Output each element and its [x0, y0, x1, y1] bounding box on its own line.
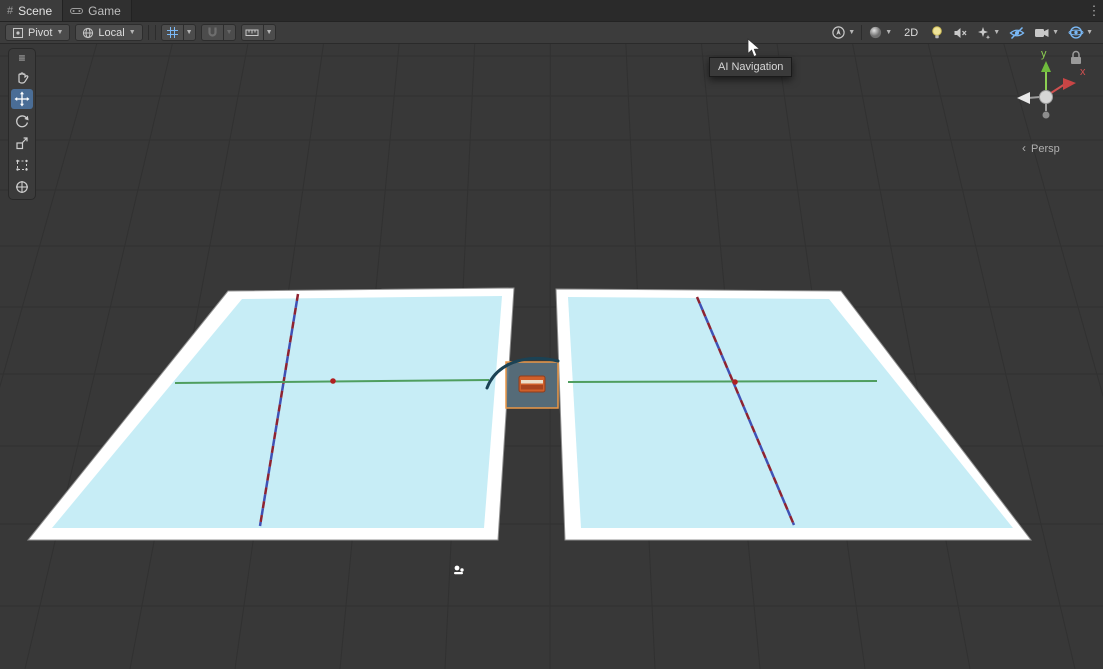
scene-visibility-toggle[interactable] [1006, 24, 1028, 42]
rotate-icon [14, 113, 30, 129]
chevron-down-icon: ▼ [993, 29, 1000, 36]
globe-icon [82, 27, 94, 39]
x-axis-label: x [1080, 66, 1086, 78]
bed-icon [519, 376, 545, 392]
ruler-icon [245, 26, 259, 39]
effects-star-icon [977, 26, 991, 40]
transform-icon [14, 179, 30, 195]
orientation-dropdown[interactable]: Local ▼ [75, 24, 142, 41]
rect-icon [14, 157, 30, 173]
gizmos-dropdown[interactable]: ▼ [1065, 24, 1096, 42]
scale-icon [14, 135, 30, 151]
tab-game[interactable]: Game [63, 0, 132, 21]
court-left-line-marker [330, 378, 336, 384]
toolbar-divider [155, 25, 156, 40]
tab-game-label: Game [88, 4, 121, 18]
grid-visibility-group: ▼ [161, 24, 196, 41]
chevron-down-icon: ▼ [56, 29, 63, 36]
ai-navigation-icon [831, 25, 846, 40]
view-orientation-gizmo[interactable]: y x ‹ Persp [1017, 48, 1086, 155]
projection-chevron-icon: ‹ [1022, 141, 1026, 155]
chevron-down-icon: ▼ [885, 29, 892, 36]
court-left[interactable] [28, 288, 514, 540]
x-axis-cone[interactable] [1063, 78, 1076, 90]
grid-options-dropdown[interactable]: ▼ [183, 24, 196, 41]
increment-snap-button[interactable] [241, 24, 263, 41]
pivot-label: Pivot [28, 27, 52, 39]
scene-toolbar: Pivot ▼ Local ▼ ▼ ▼ ▼ ▼ [0, 22, 1103, 44]
tab-bar: # Scene Game ⋮ [0, 0, 1103, 22]
chevron-down-icon: ▼ [848, 29, 855, 36]
snap-toggle-button[interactable] [201, 24, 223, 41]
scene-grid [0, 44, 1103, 669]
y-axis-label: y [1041, 48, 1047, 60]
scale-tool[interactable] [11, 133, 33, 153]
scene-audio-toggle[interactable] [950, 24, 971, 42]
view-toggles: ▼ ▼ 2D ▼ ▼ ▼ [828, 24, 1098, 42]
toolbar-divider [148, 25, 149, 40]
toolbar-divider [861, 25, 862, 40]
hand-tool[interactable] [11, 67, 33, 87]
camera-settings-dropdown[interactable]: ▼ [1031, 24, 1062, 42]
orientation-label: Local [98, 27, 124, 39]
increment-snap-group: ▼ [241, 24, 276, 41]
scene-render: y x ‹ Persp [0, 44, 1103, 669]
tooltip: AI Navigation [709, 57, 792, 77]
ai-navigation-overlay-button[interactable]: ▼ [828, 24, 858, 42]
draw-mode-dropdown[interactable]: ▼ [865, 24, 895, 42]
y-axis-cone[interactable] [1041, 61, 1051, 72]
grid-icon [166, 26, 179, 39]
gizmos-sphere-icon [1068, 25, 1084, 40]
shaded-sphere-icon [868, 25, 883, 40]
transform-tool[interactable] [11, 177, 33, 197]
magnet-icon [206, 26, 219, 39]
mouse-cursor-icon [747, 38, 761, 58]
grid-toggle-button[interactable] [161, 24, 183, 41]
rect-tool[interactable] [11, 155, 33, 175]
rotate-tool[interactable] [11, 111, 33, 131]
court-right-green-line [568, 381, 877, 382]
tab-scene[interactable]: # Scene [0, 0, 63, 21]
tab-bar-spacer [132, 0, 1085, 21]
snap-options-dropdown[interactable]: ▼ [223, 24, 236, 41]
gizmo-center-ball[interactable] [1040, 91, 1053, 104]
2d-mode-toggle[interactable]: 2D [898, 24, 924, 42]
gamepad-icon [70, 6, 83, 16]
snap-group: ▼ [201, 24, 236, 41]
tab-scene-label: Scene [18, 4, 52, 18]
effects-visibility-dropdown[interactable]: ▼ [974, 24, 1003, 42]
court-right-line-marker [732, 379, 738, 385]
tool-palette: ≡ [8, 48, 36, 200]
scene-lighting-toggle[interactable] [927, 24, 947, 42]
window-options-menu[interactable]: ⋮ [1085, 0, 1103, 21]
tooltip-text: AI Navigation [718, 61, 783, 73]
speaker-muted-icon [953, 26, 968, 40]
increment-snap-dropdown[interactable]: ▼ [263, 24, 276, 41]
lightbulb-icon [930, 25, 944, 40]
move-icon [14, 91, 30, 107]
court-right[interactable] [556, 289, 1031, 540]
projection-label[interactable]: Persp [1031, 143, 1060, 155]
scene-object-gizmo[interactable] [454, 566, 464, 575]
pivot-dropdown[interactable]: Pivot ▼ [5, 24, 70, 41]
chevron-down-icon: ▼ [129, 29, 136, 36]
move-tool[interactable] [11, 89, 33, 109]
chevron-down-icon: ▼ [1052, 29, 1059, 36]
chevron-down-icon: ▼ [1086, 29, 1093, 36]
hand-icon [14, 69, 30, 85]
pivot-icon [12, 27, 24, 39]
unity-editor-window: { "tab_bar": { "tabs": [ {"label": "Scen… [0, 0, 1103, 669]
eye-hidden-icon [1009, 26, 1025, 40]
tool-palette-menu[interactable]: ≡ [11, 51, 33, 65]
lock-icon[interactable] [1071, 52, 1081, 65]
rear-axis-cone[interactable] [1017, 92, 1030, 104]
camera-icon [1034, 26, 1050, 39]
scene-viewport[interactable]: y x ‹ Persp ≡ [0, 44, 1103, 669]
negative-axis-ball[interactable] [1043, 112, 1050, 119]
scene-grid-icon: # [7, 5, 13, 17]
